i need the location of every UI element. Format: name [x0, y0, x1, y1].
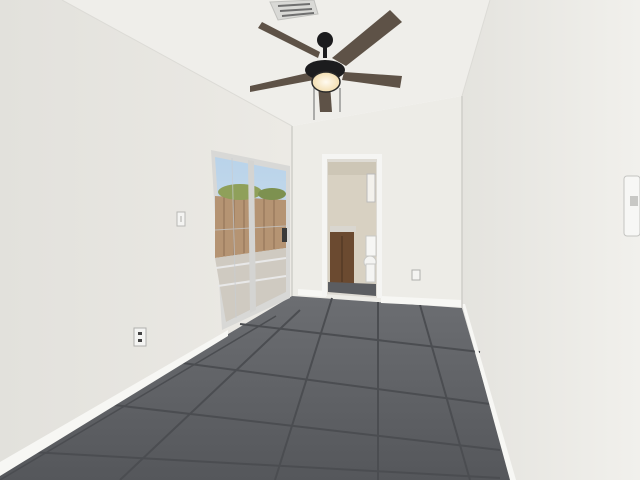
bathroom-vanity [330, 226, 356, 288]
fan-light [311, 71, 341, 93]
electrical-outlet [133, 327, 147, 347]
sliding-glass-door [211, 150, 290, 330]
door-handle [282, 228, 287, 242]
light-switch [623, 175, 640, 237]
toilet [363, 235, 377, 283]
bathroom-doorway [322, 154, 382, 298]
electrical-outlet [411, 269, 421, 281]
room-photo [0, 0, 640, 480]
